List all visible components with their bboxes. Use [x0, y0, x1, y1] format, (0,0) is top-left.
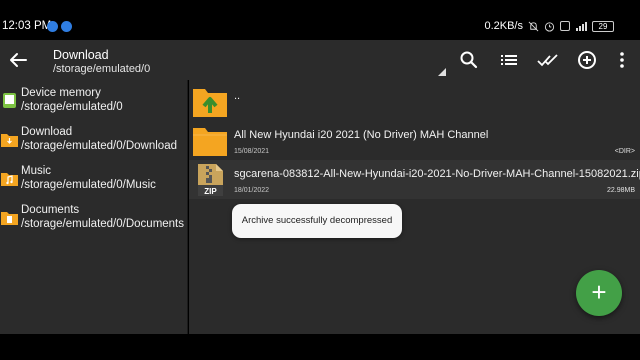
sidebar-item-documents[interactable]: Documents /storage/emulated/0/Documents — [0, 200, 188, 236]
sidebar-item-path: /storage/emulated/0/Music — [21, 179, 156, 191]
file-size: 22.98MB — [606, 187, 635, 194]
documents-folder-icon — [1, 212, 18, 225]
page-title: Download — [53, 48, 109, 62]
sidebar-item-path: /storage/emulated/0/Download — [21, 140, 177, 152]
file-name: sgcarena-083812-All-New-Hyundai-i20-2021… — [234, 168, 640, 180]
plus-icon: + — [591, 277, 607, 307]
file-date: 15/08/2021 — [234, 148, 270, 155]
network-speed: 0.2KB/s — [484, 20, 523, 32]
back-arrow-icon[interactable] — [6, 48, 30, 72]
sidebar-item-download[interactable]: Download /storage/emulated/0/Download — [0, 122, 188, 158]
file-date: 18/01/2022 — [234, 187, 270, 194]
svg-text:ZIP: ZIP — [204, 187, 217, 196]
system-nav-bar — [0, 334, 640, 360]
parent-folder-up-icon — [193, 89, 227, 117]
path-dropdown-indicator[interactable] — [438, 68, 446, 76]
mute-icon — [528, 21, 539, 31]
alarm-icon — [544, 21, 555, 32]
file-type: <DIR> — [614, 148, 635, 155]
list-item-zip[interactable]: ZIP sgcarena-083812-All-New-Hyundai-i20-… — [189, 160, 640, 199]
list-item-parent-dir[interactable]: .. — [189, 82, 640, 121]
more-vert-icon[interactable] — [610, 48, 634, 72]
app-bar: Download /storage/emulated/0 — [0, 40, 640, 80]
sidebar-item-label: Music — [21, 165, 52, 177]
music-folder-icon — [1, 173, 18, 186]
status-bar: 12:03 PM 0.2KB/s 29 — [0, 0, 640, 40]
clock: 12:03 PM — [2, 20, 52, 32]
device-storage-icon — [3, 93, 16, 108]
list-item-folder[interactable]: All New Hyundai i20 2021 (No Driver) MAH… — [189, 121, 640, 160]
search-icon[interactable] — [457, 48, 481, 72]
battery-icon: 29 — [592, 20, 614, 32]
zip-file-icon: ZIP — [198, 164, 223, 196]
download-folder-icon — [1, 134, 18, 147]
message-icon — [61, 21, 72, 32]
sidebar-item-label: Documents — [21, 204, 80, 216]
file-name: All New Hyundai i20 2021 (No Driver) MAH… — [234, 129, 489, 141]
status-icons: 0.2KB/s 29 — [484, 20, 614, 32]
toast-message: Archive successfully decompressed — [232, 204, 402, 238]
add-circle-icon[interactable] — [575, 48, 599, 72]
add-fab-button[interactable]: + — [576, 270, 622, 316]
message-icon — [47, 21, 58, 32]
sidebar-item-label: Download — [21, 126, 73, 138]
select-all-icon[interactable] — [536, 48, 560, 72]
sidebar-item-label: Device memory — [21, 87, 101, 99]
current-path[interactable]: /storage/emulated/0 — [53, 63, 150, 75]
sidebar-item-device-memory[interactable]: Device memory /storage/emulated/0 — [0, 83, 188, 119]
folder-icon — [193, 128, 227, 156]
vowifi-icon — [560, 21, 570, 31]
sidebar-item-music[interactable]: Music /storage/emulated/0/Music — [0, 161, 188, 197]
list-view-icon[interactable] — [497, 48, 521, 72]
sidebar-item-path: /storage/emulated/0 — [21, 101, 123, 113]
sidebar: Device memory /storage/emulated/0 Downlo… — [0, 80, 188, 334]
4g-signal-icon — [576, 21, 587, 31]
sidebar-item-path: /storage/emulated/0/Documents — [21, 218, 185, 230]
file-name: .. — [234, 90, 241, 102]
